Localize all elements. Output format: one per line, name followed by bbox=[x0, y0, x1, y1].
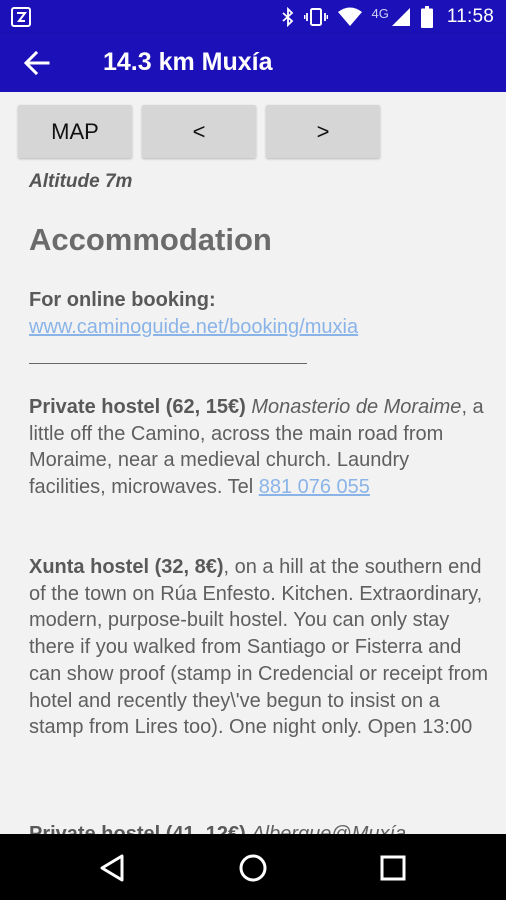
battery-icon bbox=[420, 6, 433, 28]
content-scroll[interactable]: MAP < > Altitude 7m Accommodation For on… bbox=[0, 92, 506, 834]
entry-name: Private hostel (62, 15€) bbox=[29, 396, 246, 418]
section-heading: Accommodation bbox=[29, 222, 272, 257]
previous-button[interactable]: < bbox=[142, 105, 256, 158]
status-bar: 4G 11:58 bbox=[0, 0, 506, 34]
status-time: 11:58 bbox=[446, 6, 494, 27]
recents-square-icon[interactable] bbox=[376, 851, 410, 885]
back-triangle-icon[interactable] bbox=[96, 851, 130, 885]
entry-italic-name: Monasterio de Moraime bbox=[251, 396, 462, 418]
online-booking-label: For online booking: bbox=[29, 289, 216, 311]
network-type: 4G bbox=[371, 5, 389, 21]
button-row: MAP < > bbox=[18, 105, 380, 158]
phone-link[interactable]: 881 076 055 bbox=[259, 476, 370, 498]
entry-name: Xunta hostel (32, 8€) bbox=[29, 556, 224, 578]
entry-italic-name: Albergue@Muxía bbox=[251, 823, 407, 834]
vibrate-icon bbox=[303, 8, 328, 26]
accommodation-entry: Xunta hostel (32, 8€), on a hill at the … bbox=[29, 554, 489, 741]
online-booking: For online booking: www.caminoguide.net/… bbox=[29, 287, 489, 340]
divider bbox=[29, 363, 307, 364]
map-button[interactable]: MAP bbox=[18, 105, 132, 158]
next-button[interactable]: > bbox=[266, 105, 380, 158]
altitude-text: Altitude 7m bbox=[29, 171, 133, 192]
signal-icon bbox=[391, 8, 410, 26]
entry-name: Private hostel (41, 12€) bbox=[29, 823, 246, 834]
system-nav-bar bbox=[0, 834, 506, 900]
arrow-back-icon[interactable] bbox=[22, 48, 52, 78]
bluetooth-icon bbox=[281, 7, 293, 27]
app-bar: 14.3 km Muxía bbox=[0, 34, 506, 92]
booking-link[interactable]: www.caminoguide.net/booking/muxia bbox=[29, 316, 358, 338]
status-icons: 4G 11:58 bbox=[281, 0, 494, 34]
app-notification-icon bbox=[11, 7, 31, 27]
accommodation-entry: Private hostel (62, 15€) Monasterio de M… bbox=[29, 394, 489, 501]
home-circle-icon[interactable] bbox=[236, 851, 270, 885]
entry-description: , on a hill at the southern end of the t… bbox=[29, 556, 489, 739]
wifi-icon bbox=[337, 7, 362, 26]
page-title: 14.3 km Muxía bbox=[103, 48, 273, 76]
accommodation-entry: Private hostel (41, 12€) Albergue@Muxía bbox=[29, 821, 489, 834]
